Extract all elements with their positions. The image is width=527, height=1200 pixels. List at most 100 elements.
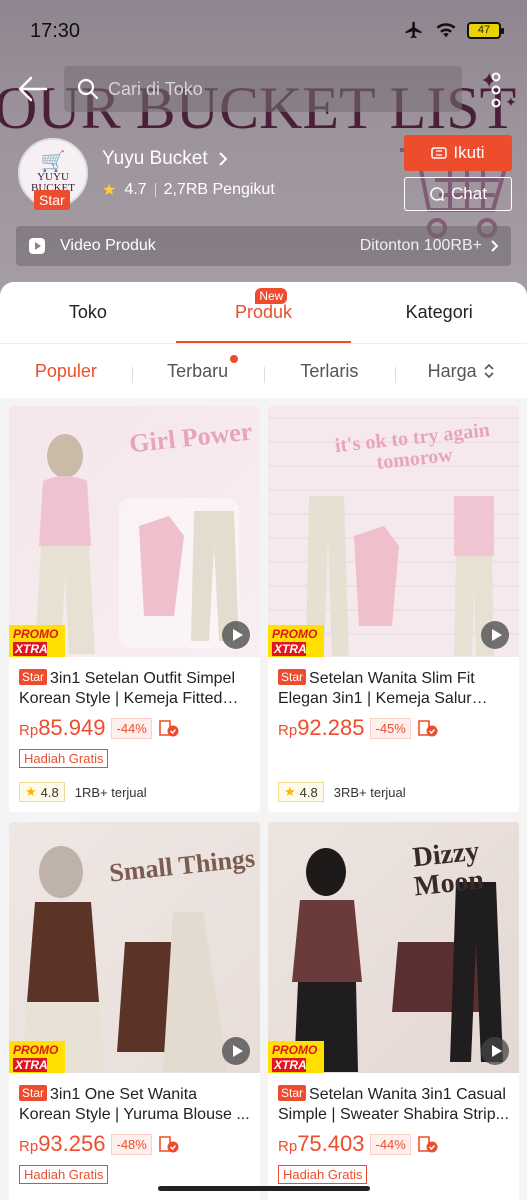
currency: Rp: [278, 1138, 298, 1155]
sort-toggle-icon: [484, 363, 494, 379]
shop-followers: 2,7RB Pengikut: [163, 181, 275, 198]
tab-toko[interactable]: Toko: [0, 282, 176, 343]
sold-count: 3RB+ terjual: [333, 784, 406, 800]
price-value: 93.256: [38, 1131, 106, 1156]
rating-value: 4.8: [40, 784, 59, 800]
rating-badge: ★ 4.8: [278, 782, 324, 802]
product-card[interactable]: Dizzy Moon PROMO XTRA Star Setelan Wanita …: [268, 822, 519, 1200]
status-bar: 17:30 47: [0, 0, 527, 62]
play-video-icon[interactable]: [222, 1037, 250, 1065]
product-title: Star 3in1 One Set Wanita Korean Style | Y…: [19, 1083, 250, 1123]
search-input[interactable]: Cari di Toko: [64, 66, 462, 112]
follow-label: Ikuti: [453, 143, 485, 162]
play-video-icon[interactable]: [222, 621, 250, 649]
rating-value: 4.8: [299, 784, 318, 800]
outfit-items: [306, 496, 494, 656]
promo-xtra-badge: PROMO XTRA: [268, 1041, 324, 1073]
battery-icon: 47: [467, 21, 504, 39]
video-produk-bar[interactable]: Video Produk Ditonton 100RB+: [16, 226, 511, 266]
back-arrow-icon[interactable]: [16, 72, 50, 106]
promo-xtra-badge: PROMO XTRA: [9, 1041, 65, 1073]
product-title: Star 3in1 Setelan Outfit Simpel Korean St…: [19, 667, 250, 707]
star-icon: ★: [25, 784, 37, 799]
promo-line1: PROMO: [13, 1043, 59, 1057]
shop-name: Yuyu Bucket: [102, 148, 208, 169]
currency: Rp: [19, 722, 39, 739]
promo-line2: XTRA: [13, 1058, 48, 1072]
video-label: Video Produk: [60, 237, 156, 254]
product-title-text: 3in1 One Set Wanita Korean Style | Yurum…: [19, 1086, 250, 1123]
tab-kategori[interactable]: Kategori: [351, 282, 527, 343]
star-badge: Star: [19, 1085, 48, 1101]
discount-badge: -48%: [111, 1133, 152, 1155]
promo-line2: XTRA: [13, 642, 48, 656]
rating-badge: ★ 4.8: [19, 782, 65, 802]
divider: [154, 183, 156, 197]
gift-tag: Hadiah Gratis: [278, 1165, 368, 1184]
promo-line1: PROMO: [272, 627, 318, 641]
product-price: Rp92.285: [278, 715, 364, 741]
chevron-right-icon: [491, 240, 499, 252]
shop-meta: ★ 4.7 2,7RB Pengikut: [102, 180, 275, 200]
price-value: 85.949: [38, 715, 106, 740]
promo-line1: PROMO: [13, 627, 59, 641]
star-badge: Star: [19, 669, 48, 685]
play-video-icon[interactable]: [481, 1037, 509, 1065]
rating-row: ★ 4.8 3RB+ terjual: [278, 782, 406, 802]
product-card[interactable]: it's ok to try again tomorow PROMO XTRA S…: [268, 406, 519, 812]
sort-terbaru[interactable]: Terbaru: [131, 354, 264, 383]
product-card[interactable]: Small Things PROMO XTRA Star 3in1 One Set …: [9, 822, 260, 1200]
follow-button[interactable]: Ikuti: [404, 135, 512, 171]
sort-populer[interactable]: Populer: [0, 361, 132, 382]
sort-label: Harga: [427, 360, 477, 381]
home-indicator[interactable]: [158, 1186, 370, 1191]
thumb-title: Girl Power: [127, 416, 254, 459]
play-video-icon[interactable]: [481, 621, 509, 649]
product-title: Star Setelan Wanita Slim Fit Elegan 3in1 …: [278, 667, 509, 707]
sort-terlaris[interactable]: Terlaris: [263, 361, 396, 383]
shop-name-link[interactable]: Yuyu Bucket: [102, 148, 228, 170]
product-title-text: Setelan Wanita Slim Fit Elegan 3in1 | Ke…: [278, 670, 475, 707]
new-badge: New: [255, 288, 288, 304]
product-image[interactable]: Small Things PROMO XTRA: [9, 822, 260, 1073]
star-badge: Star: [278, 1085, 307, 1101]
product-image[interactable]: Girl Power PROMO XTRA: [9, 406, 260, 657]
product-card[interactable]: Girl Power PROMO XTRA Star 3in1 Setelan Ou…: [9, 406, 260, 812]
model-photo: [35, 434, 95, 654]
cod-check-icon: [418, 720, 438, 737]
tab-label: Produk: [234, 302, 293, 322]
product-title-text: 3in1 Setelan Outfit Simpel Korean Style …: [19, 670, 236, 707]
promo-line2: XTRA: [272, 642, 307, 656]
tab-produk[interactable]: Produk New: [175, 282, 352, 343]
sort-harga[interactable]: Harga: [395, 360, 527, 383]
star-icon: ★: [102, 182, 117, 199]
star-icon: ★: [284, 784, 296, 799]
chat-button[interactable]: Chat: [404, 177, 512, 211]
tab-label: Toko: [68, 302, 107, 322]
product-image[interactable]: it's ok to try again tomorow PROMO XTRA: [268, 406, 519, 657]
shop-content: Toko Produk New Kategori Populer Terbaru…: [0, 282, 527, 1200]
tab-label: Kategori: [405, 302, 473, 322]
shop-tabs: Toko Produk New Kategori: [0, 282, 527, 344]
wifi-icon: [436, 23, 456, 38]
star-seller-badge: Star: [34, 190, 70, 210]
status-time: 17:30: [30, 20, 81, 42]
product-image[interactable]: Dizzy Moon PROMO XTRA: [268, 822, 519, 1073]
notification-dot: [229, 354, 238, 363]
sort-bar: Populer Terbaru Terlaris Harga: [0, 344, 527, 398]
search-placeholder: Cari di Toko: [108, 78, 203, 99]
sparkle-icon: ✦: [505, 94, 517, 110]
shop-rating: 4.7: [124, 181, 147, 198]
shop-header: OUR BUCKET LIST ✦ ✦ 17:30 47 Cari di Tok…: [0, 0, 527, 300]
rating-row: ★ 4.8 1RB+ terjual: [19, 782, 147, 802]
promo-xtra-badge: PROMO XTRA: [9, 625, 65, 657]
more-options-icon[interactable]: [486, 70, 506, 110]
product-title-text: Setelan Wanita 3in1 Casual Simple | Swea…: [278, 1086, 509, 1123]
product-grid: Girl Power PROMO XTRA Star 3in1 Setelan Ou…: [9, 406, 519, 1200]
video-views: Ditonton 100RB+: [359, 237, 482, 254]
video-icon: [29, 238, 45, 254]
currency: Rp: [278, 722, 298, 739]
promo-xtra-badge: PROMO XTRA: [268, 625, 324, 657]
cod-check-icon: [159, 720, 179, 737]
product-price: Rp93.256: [19, 1131, 105, 1157]
